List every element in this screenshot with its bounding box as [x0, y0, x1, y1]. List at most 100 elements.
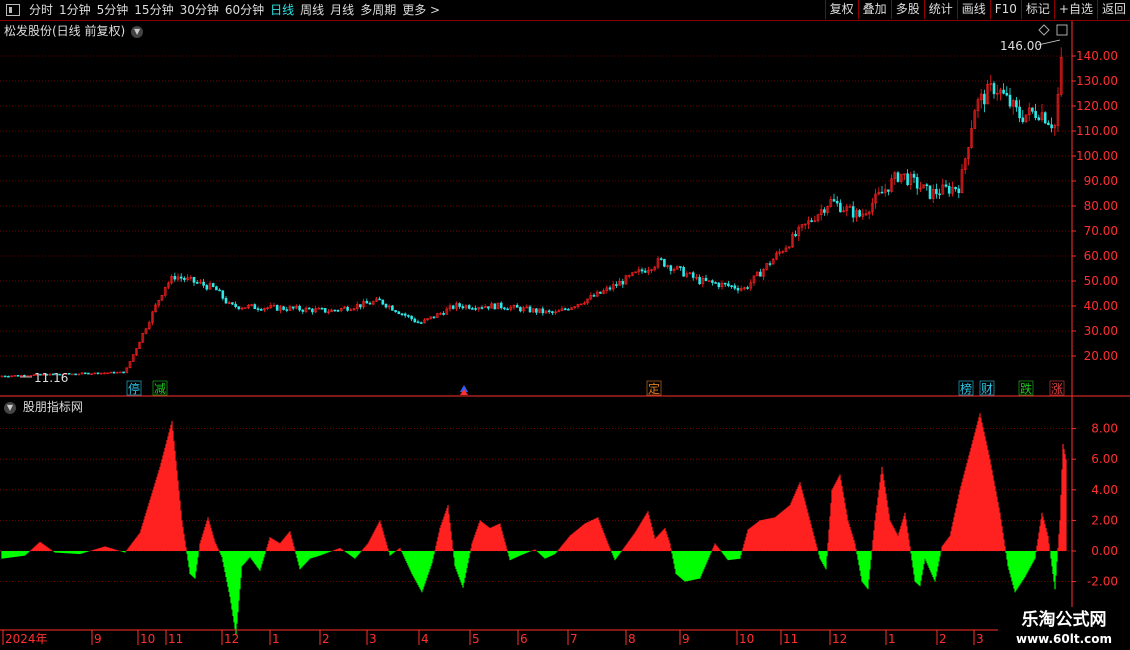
axis-labels: 140.00130.00120.00110.00100.0090.0080.00… — [5, 39, 1118, 646]
candle-body — [608, 287, 612, 290]
candle-body — [954, 186, 957, 190]
candle-body — [224, 298, 228, 304]
candle-body — [368, 302, 372, 305]
candle-body — [682, 267, 685, 277]
time-tick-label: 12 — [832, 632, 847, 646]
candle-body — [195, 282, 199, 284]
candle-body — [851, 206, 855, 218]
candle-body — [944, 184, 948, 187]
candle-body — [938, 193, 941, 196]
candle-body — [1037, 117, 1041, 121]
brand-name: 乐淘公式网 — [1021, 610, 1107, 630]
candlesticks — [0, 47, 1063, 378]
candle-body — [669, 265, 673, 271]
candle-body — [1043, 112, 1047, 124]
candle-body — [320, 307, 324, 310]
candle-body — [397, 311, 401, 315]
candle-body — [237, 306, 241, 310]
candle-body — [547, 310, 551, 313]
candle-body — [592, 295, 596, 297]
time-tick-label: 7 — [570, 632, 578, 646]
candle-body — [394, 310, 397, 313]
candle-body — [400, 313, 404, 316]
candle-body — [218, 289, 221, 292]
candle-body — [173, 276, 177, 280]
time-tick-label: 11 — [783, 632, 798, 646]
indicator-tick-label: -2.00 — [1087, 575, 1118, 589]
candle-body — [87, 372, 90, 375]
candle-body — [458, 303, 461, 307]
candle-body — [640, 269, 644, 272]
price-tick-label: 100.00 — [1076, 149, 1118, 163]
candle-body — [541, 308, 545, 314]
candle-body — [71, 373, 74, 376]
time-tick-label: 2024年 — [5, 632, 48, 646]
time-tick-label: 9 — [94, 632, 102, 646]
candle-body — [231, 302, 234, 305]
axes — [0, 21, 1130, 645]
candle-body — [493, 303, 497, 310]
candle-body — [698, 276, 701, 285]
candle-body — [835, 200, 839, 204]
candle-body — [451, 305, 455, 309]
candle-body — [403, 313, 407, 316]
candle-body — [643, 270, 647, 273]
candle-body — [192, 276, 196, 283]
price-tick-label: 110.00 — [1076, 124, 1118, 138]
time-tick-label: 9 — [682, 632, 690, 646]
candle-body — [480, 307, 484, 309]
candle-body — [896, 172, 900, 182]
candle-body — [410, 315, 413, 320]
price-tick-label: 130.00 — [1076, 74, 1118, 88]
candle-body — [301, 309, 305, 312]
indicator-tick-label: 6.00 — [1091, 452, 1118, 466]
candle-body — [285, 309, 289, 311]
candle-body — [365, 300, 369, 304]
candle-body — [759, 271, 762, 277]
indicator-tick-label: 0.00 — [1091, 544, 1118, 558]
candle-body — [381, 299, 385, 305]
time-tick-label: 4 — [421, 632, 429, 646]
candle-body — [461, 306, 465, 309]
indicator-tick-label: 2.00 — [1091, 513, 1118, 527]
diamond-icon — [1038, 24, 1050, 36]
candle-body — [407, 315, 410, 317]
candle-body — [925, 184, 929, 187]
candle-body — [23, 374, 26, 377]
candle-body — [119, 371, 122, 374]
candle-body — [487, 306, 490, 309]
candle-body — [471, 308, 474, 310]
candle-body — [96, 372, 100, 375]
candle-body — [323, 307, 327, 313]
time-tick-label: 5 — [472, 632, 480, 646]
candle-body — [839, 202, 842, 213]
time-tick-label: 3 — [369, 632, 377, 646]
price-tick-label: 120.00 — [1076, 99, 1118, 113]
candle-body — [416, 321, 420, 324]
price-tick-label: 30.00 — [1084, 324, 1118, 338]
candle-body — [1021, 117, 1025, 122]
candle-body — [16, 375, 20, 377]
candle-body — [215, 286, 218, 291]
candle-body — [912, 173, 916, 178]
time-tick-label: 3 — [976, 632, 984, 646]
low-price-label: 11.16 — [34, 371, 68, 385]
candle-body — [1050, 124, 1053, 129]
candle-body — [259, 309, 263, 311]
candle-body — [736, 287, 740, 291]
candle-body — [983, 93, 986, 105]
time-tick-label: 10 — [739, 632, 754, 646]
candle-body — [1002, 89, 1005, 94]
time-tick-label: 1 — [888, 632, 896, 646]
chart-canvas[interactable]: 140.00130.00120.00110.00100.0090.0080.00… — [0, 0, 1130, 650]
candle-body — [413, 318, 417, 323]
candle-body — [599, 291, 602, 294]
candle-body — [275, 304, 279, 311]
time-tick-label: 11 — [168, 632, 183, 646]
candle-body — [234, 303, 237, 308]
candle-body — [880, 191, 884, 194]
candle-body — [122, 371, 125, 374]
candle-body — [506, 308, 509, 311]
candle-body — [474, 308, 477, 310]
event-marker: 减 — [154, 382, 166, 396]
